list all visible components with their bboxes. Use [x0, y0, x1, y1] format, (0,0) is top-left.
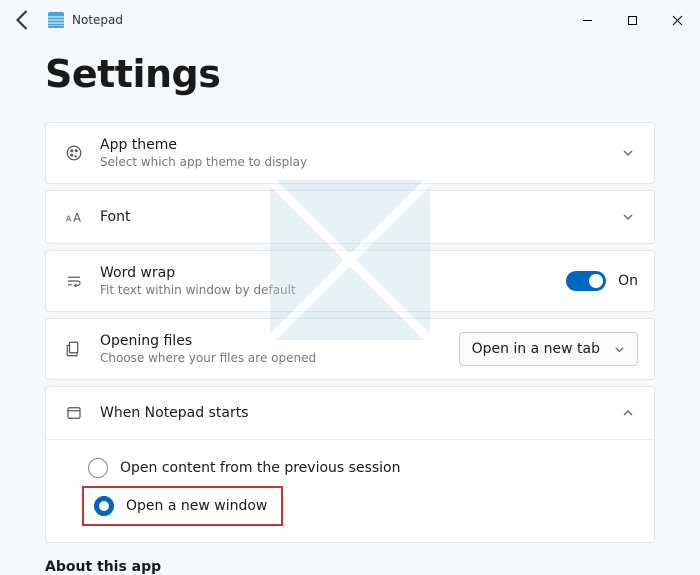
maximize-button[interactable]	[610, 5, 655, 35]
setting-startup-header[interactable]: When Notepad starts	[46, 387, 654, 439]
setting-opening-files: Opening files Choose where your files ar…	[45, 318, 655, 380]
setting-app-theme[interactable]: App theme Select which app theme to disp…	[45, 122, 655, 184]
back-button[interactable]	[10, 8, 34, 32]
opening-files-dropdown[interactable]: Open in a new tab	[459, 332, 638, 366]
chevron-down-icon	[618, 211, 638, 223]
radio-label: Open a new window	[126, 498, 267, 514]
setting-sub: Fit text within window by default	[100, 283, 566, 297]
setting-startup: When Notepad starts Open content from th…	[45, 386, 655, 543]
window-icon	[62, 404, 86, 422]
setting-label: App theme	[100, 137, 618, 153]
svg-text:A: A	[66, 214, 72, 224]
setting-label: When Notepad starts	[100, 405, 618, 421]
setting-sub: Choose where your files are opened	[100, 351, 459, 365]
palette-icon	[62, 144, 86, 162]
page-title: Settings	[45, 52, 655, 96]
radio-label: Open content from the previous session	[120, 460, 400, 476]
minimize-button[interactable]	[565, 5, 610, 35]
setting-sub: Select which app theme to display	[100, 155, 618, 169]
setting-label: Word wrap	[100, 265, 566, 281]
dropdown-value: Open in a new tab	[472, 341, 600, 357]
notepad-app-icon	[48, 12, 64, 28]
setting-label: Font	[100, 209, 618, 225]
font-icon: AA	[62, 208, 86, 226]
setting-font[interactable]: AA Font	[45, 190, 655, 244]
toggle-state-label: On	[618, 273, 638, 289]
setting-label: Opening files	[100, 333, 459, 349]
app-title: Notepad	[72, 13, 123, 27]
word-wrap-toggle[interactable]	[566, 271, 606, 291]
chevron-down-icon	[614, 344, 625, 355]
close-button[interactable]	[655, 5, 700, 35]
svg-text:A: A	[73, 212, 81, 225]
startup-option-previous-session[interactable]: Open content from the previous session	[82, 450, 638, 486]
chevron-down-icon	[618, 147, 638, 159]
annotation-highlight: Open a new window	[82, 486, 283, 526]
startup-option-new-window[interactable]: Open a new window	[88, 492, 273, 520]
wrap-icon	[62, 272, 86, 290]
radio-unchecked-icon	[88, 458, 108, 478]
radio-checked-icon	[94, 496, 114, 516]
about-heading: About this app	[45, 559, 655, 575]
titlebar: Notepad	[0, 0, 700, 40]
files-icon	[62, 340, 86, 358]
chevron-up-icon	[618, 407, 638, 419]
setting-word-wrap: Word wrap Fit text within window by defa…	[45, 250, 655, 312]
